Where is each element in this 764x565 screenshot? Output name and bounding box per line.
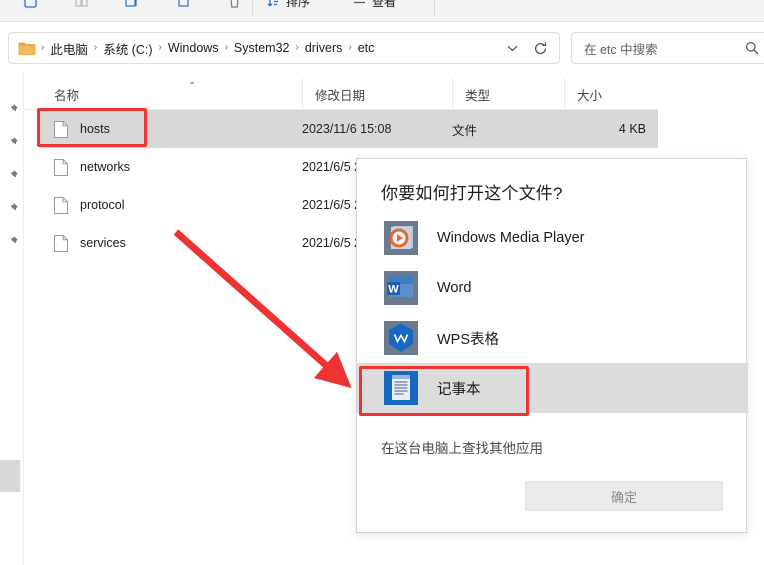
sort-ascending-caret-icon: ⌃ xyxy=(188,81,196,92)
file-date: 2023/11/6 15:08 xyxy=(302,122,452,136)
wps-icon xyxy=(383,320,419,356)
file-name: hosts xyxy=(80,122,302,136)
word-icon: W xyxy=(383,270,419,306)
table-row[interactable]: hosts 2023/11/6 15:08 文件 4 KB xyxy=(40,110,658,148)
dialog-title: 你要如何打开这个文件? xyxy=(381,179,563,204)
pin-icon[interactable] xyxy=(5,201,19,215)
navigation-pane-scrollbar[interactable] xyxy=(0,460,20,492)
command-bar: 排序 查看 xyxy=(0,0,764,22)
search-box[interactable]: 在 etc 中搜索 xyxy=(571,32,764,64)
command-bar-icon-group xyxy=(22,0,243,14)
column-header-date[interactable]: 修改日期 xyxy=(302,78,452,110)
view-label: 查看 xyxy=(372,0,396,10)
search-icon[interactable] xyxy=(743,39,761,57)
file-name: protocol xyxy=(80,198,302,212)
list-item[interactable]: W Word xyxy=(357,263,748,313)
pin-icon[interactable] xyxy=(5,234,19,248)
file-explorer-window: 排序 查看 › 此电脑 › 系统 (C:) › Windows › System… xyxy=(0,0,764,565)
column-header-name-label: 名称 xyxy=(54,85,79,104)
sort-icon xyxy=(266,0,281,9)
view-icon xyxy=(352,0,367,9)
app-name: 记事本 xyxy=(437,378,481,399)
paste-icon[interactable] xyxy=(175,0,192,10)
address-bar-row: › 此电脑 › 系统 (C:) › Windows › System32 › d… xyxy=(0,22,764,74)
file-size: 4 KB xyxy=(564,122,658,136)
file-icon xyxy=(54,159,68,176)
breadcrumb-item-1[interactable]: 系统 (C:) xyxy=(98,37,157,60)
column-header-name[interactable]: 名称 ⌃ xyxy=(40,78,302,110)
windows-media-player-icon xyxy=(383,220,419,256)
pin-icon[interactable] xyxy=(5,102,19,116)
address-bar[interactable]: › 此电脑 › 系统 (C:) › Windows › System32 › d… xyxy=(8,32,560,64)
svg-text:W: W xyxy=(388,284,399,296)
toolbar-divider-2 xyxy=(434,0,435,16)
delete-icon[interactable] xyxy=(226,0,243,10)
file-name: services xyxy=(80,236,302,250)
pin-icon[interactable] xyxy=(5,135,19,149)
breadcrumb-item-0[interactable]: 此电脑 xyxy=(45,37,93,60)
file-type: 文件 xyxy=(452,120,564,139)
refresh-icon[interactable] xyxy=(530,38,550,58)
new-item-icon[interactable] xyxy=(22,0,39,10)
view-button[interactable]: 查看 xyxy=(352,0,396,13)
column-header-row: 名称 ⌃ 修改日期 类型 大小 xyxy=(24,78,658,110)
sort-button[interactable]: 排序 xyxy=(266,0,310,13)
folder-icon xyxy=(18,41,36,56)
app-name: Windows Media Player xyxy=(437,230,584,246)
file-icon xyxy=(54,121,68,138)
file-icon xyxy=(54,197,68,214)
sort-label: 排序 xyxy=(286,0,310,10)
toolbar-divider-1 xyxy=(252,0,253,16)
list-item-selected[interactable]: 记事本 xyxy=(357,363,748,413)
app-name: Word xyxy=(437,280,471,296)
file-icon xyxy=(54,235,68,252)
ok-button[interactable]: 确定 xyxy=(525,481,723,511)
copy-icon[interactable] xyxy=(124,0,141,10)
pin-icon[interactable] xyxy=(5,168,19,182)
breadcrumb-item-5[interactable]: etc xyxy=(353,39,380,57)
breadcrumb-item-2[interactable]: Windows xyxy=(163,39,224,57)
app-list: Windows Media Player W Word xyxy=(357,213,748,413)
find-other-apps-link[interactable]: 在这台电脑上查找其他应用 xyxy=(381,437,543,457)
search-input[interactable]: 在 etc 中搜索 xyxy=(584,39,743,58)
cut-icon[interactable] xyxy=(73,0,90,10)
breadcrumb-item-3[interactable]: System32 xyxy=(229,39,295,57)
column-header-size[interactable]: 大小 xyxy=(564,78,658,110)
open-with-dialog: 你要如何打开这个文件? Windows Media Player xyxy=(356,158,747,533)
breadcrumb-separator: › xyxy=(347,43,352,53)
notepad-icon xyxy=(383,370,419,406)
column-header-type[interactable]: 类型 xyxy=(452,78,564,110)
navigation-pane xyxy=(0,74,24,565)
chevron-down-icon[interactable] xyxy=(503,39,521,57)
breadcrumb-item-4[interactable]: drivers xyxy=(300,39,348,57)
file-name: networks xyxy=(80,160,302,174)
breadcrumb: › 此电脑 › 系统 (C:) › Windows › System32 › d… xyxy=(40,37,379,60)
list-item[interactable]: WPS表格 xyxy=(357,313,748,363)
app-name: WPS表格 xyxy=(437,328,499,349)
list-item[interactable]: Windows Media Player xyxy=(357,213,748,263)
